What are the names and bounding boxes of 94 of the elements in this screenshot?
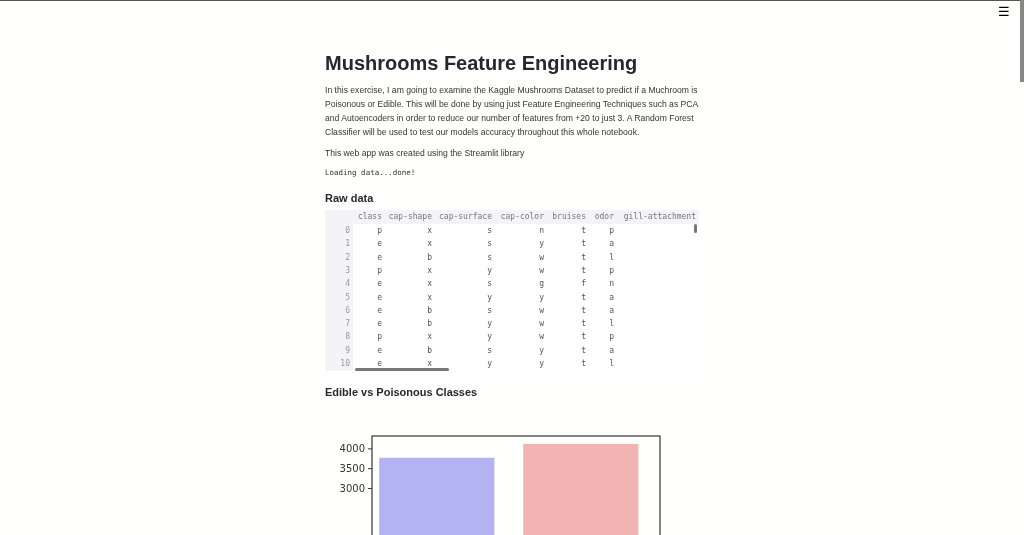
tick-label: 3000 xyxy=(339,482,365,494)
table-cell: n xyxy=(495,224,547,238)
table-cell-text: s xyxy=(486,344,493,357)
row-index: 9 xyxy=(325,344,353,358)
table-cell: t xyxy=(547,224,589,238)
table-cell-text: w xyxy=(538,318,545,331)
table-cell-text: a xyxy=(608,344,615,357)
tick-label: 4000 xyxy=(339,443,365,454)
table-cell-text: t xyxy=(580,238,587,251)
page-title: Mushrooms Feature Engineering xyxy=(325,51,639,75)
table-cell-text: a xyxy=(608,291,615,304)
tick-label: 3500 xyxy=(339,462,365,474)
table-cell-text: y xyxy=(538,291,545,304)
column-header[interactable]: odor xyxy=(589,210,617,225)
vertical-scrollbar[interactable] xyxy=(694,224,697,234)
column-header[interactable]: cap-color xyxy=(495,210,547,225)
table-cell-text: w xyxy=(538,251,545,264)
menu-button[interactable]: ☰ xyxy=(996,5,1012,18)
table-cell-text: p xyxy=(608,331,615,344)
table-cell: p xyxy=(353,224,385,238)
table-cell-text: y xyxy=(486,264,493,277)
horizontal-scrollbar[interactable] xyxy=(355,368,449,372)
column-header[interactable]: bruises xyxy=(547,210,589,225)
row-index: 10 xyxy=(325,357,353,371)
table-cell: e xyxy=(353,304,385,318)
row-index: 6 xyxy=(325,304,353,318)
table-cell-text: y xyxy=(538,238,545,251)
table-cell: p xyxy=(353,264,385,278)
table-cell-text: t xyxy=(580,358,587,371)
table-cell-text: t xyxy=(580,264,587,277)
column-header[interactable]: cap-shape xyxy=(385,210,435,225)
table-cell: e xyxy=(353,237,385,252)
table-cell-text: t xyxy=(580,304,587,317)
table-cell-text: s xyxy=(486,278,493,291)
table-cell-text: b xyxy=(426,304,433,317)
row-index: 3 xyxy=(325,264,353,278)
table-cell: e xyxy=(353,317,385,331)
table-cell-text: y xyxy=(538,344,545,357)
table-cell: s xyxy=(435,224,495,238)
table-cell-text: n xyxy=(608,278,615,291)
table-cell-text: t xyxy=(580,344,587,357)
tick-mark xyxy=(367,467,373,469)
table-cell-text: b xyxy=(426,344,433,357)
table-cell: e xyxy=(353,357,385,371)
scrollbar[interactable] xyxy=(1020,0,1024,82)
tick-mark xyxy=(367,448,373,449)
table-cell-text: x xyxy=(426,291,433,304)
table-cell-text: w xyxy=(538,331,545,344)
section-heading: Raw data xyxy=(325,192,375,206)
table-cell-text: b xyxy=(426,318,433,331)
column-header[interactable]: class xyxy=(353,210,385,225)
table-cell-text: y xyxy=(486,318,493,331)
table-cell: x xyxy=(385,224,435,238)
table-cell-text: w xyxy=(538,264,545,277)
table-cell-text: t xyxy=(580,291,587,304)
column-header[interactable]: cap-surface xyxy=(435,210,495,225)
table-cell: e xyxy=(353,251,385,265)
table-cell-text: p xyxy=(608,264,615,277)
table-cell-text: x xyxy=(426,278,433,291)
table-cell: e xyxy=(353,290,385,305)
table-cell-text: t xyxy=(580,331,587,344)
table-cell-text: t xyxy=(580,251,587,264)
tick-mark xyxy=(367,487,373,489)
table-cell-text: s xyxy=(486,304,493,317)
column-header[interactable]: gill-attachment xyxy=(617,210,699,225)
table-cell-text: l xyxy=(608,251,615,264)
table-cell-text: f xyxy=(580,278,587,291)
table-cell: e xyxy=(353,277,385,291)
table-cell-text: l xyxy=(608,318,615,331)
table-cell-text: w xyxy=(538,304,545,317)
table-cell: p xyxy=(589,224,617,238)
intro-paragraph: In this exercise, I am going to examine the Kaggle Mushrooms Dataset to predict if a Muchroom is Poisonous or Edible. This will be done by using just Feature Engineering Techniques such as PCA and Autoencoders in order to reduce our number of features from +20 to just 3. A Random Forest Classifier will be used to test our models accuracy throughout this whole notebook. xyxy=(325,84,699,139)
table-cell-text: t xyxy=(580,318,587,331)
library-note: This web app was created using the Streamlit library xyxy=(325,147,526,160)
table-cell: e xyxy=(353,344,385,358)
table-cell-text: x xyxy=(426,331,433,344)
row-index: 2 xyxy=(325,251,353,265)
table-cell-text: x xyxy=(426,264,433,277)
table-cell-text: y xyxy=(538,358,545,371)
table-cell-text: b xyxy=(426,251,433,264)
section-heading: Edible vs Poisonous Classes xyxy=(325,386,479,400)
table-cell-text: x xyxy=(426,358,433,371)
table-cell-text: y xyxy=(486,331,493,344)
table-cell-text: y xyxy=(486,358,493,371)
table-cell-text: x xyxy=(426,238,433,251)
table-cell-text: s xyxy=(486,251,493,264)
row-index: 0 xyxy=(325,224,353,238)
table-cell-text: l xyxy=(608,358,615,371)
table-cell-text: a xyxy=(608,238,615,251)
table-cell-text: s xyxy=(486,238,493,251)
table-cell-text: y xyxy=(486,291,493,304)
table-cell-text: a xyxy=(608,304,615,317)
table-cell-text: g xyxy=(538,278,545,291)
table-cell: p xyxy=(353,330,385,345)
